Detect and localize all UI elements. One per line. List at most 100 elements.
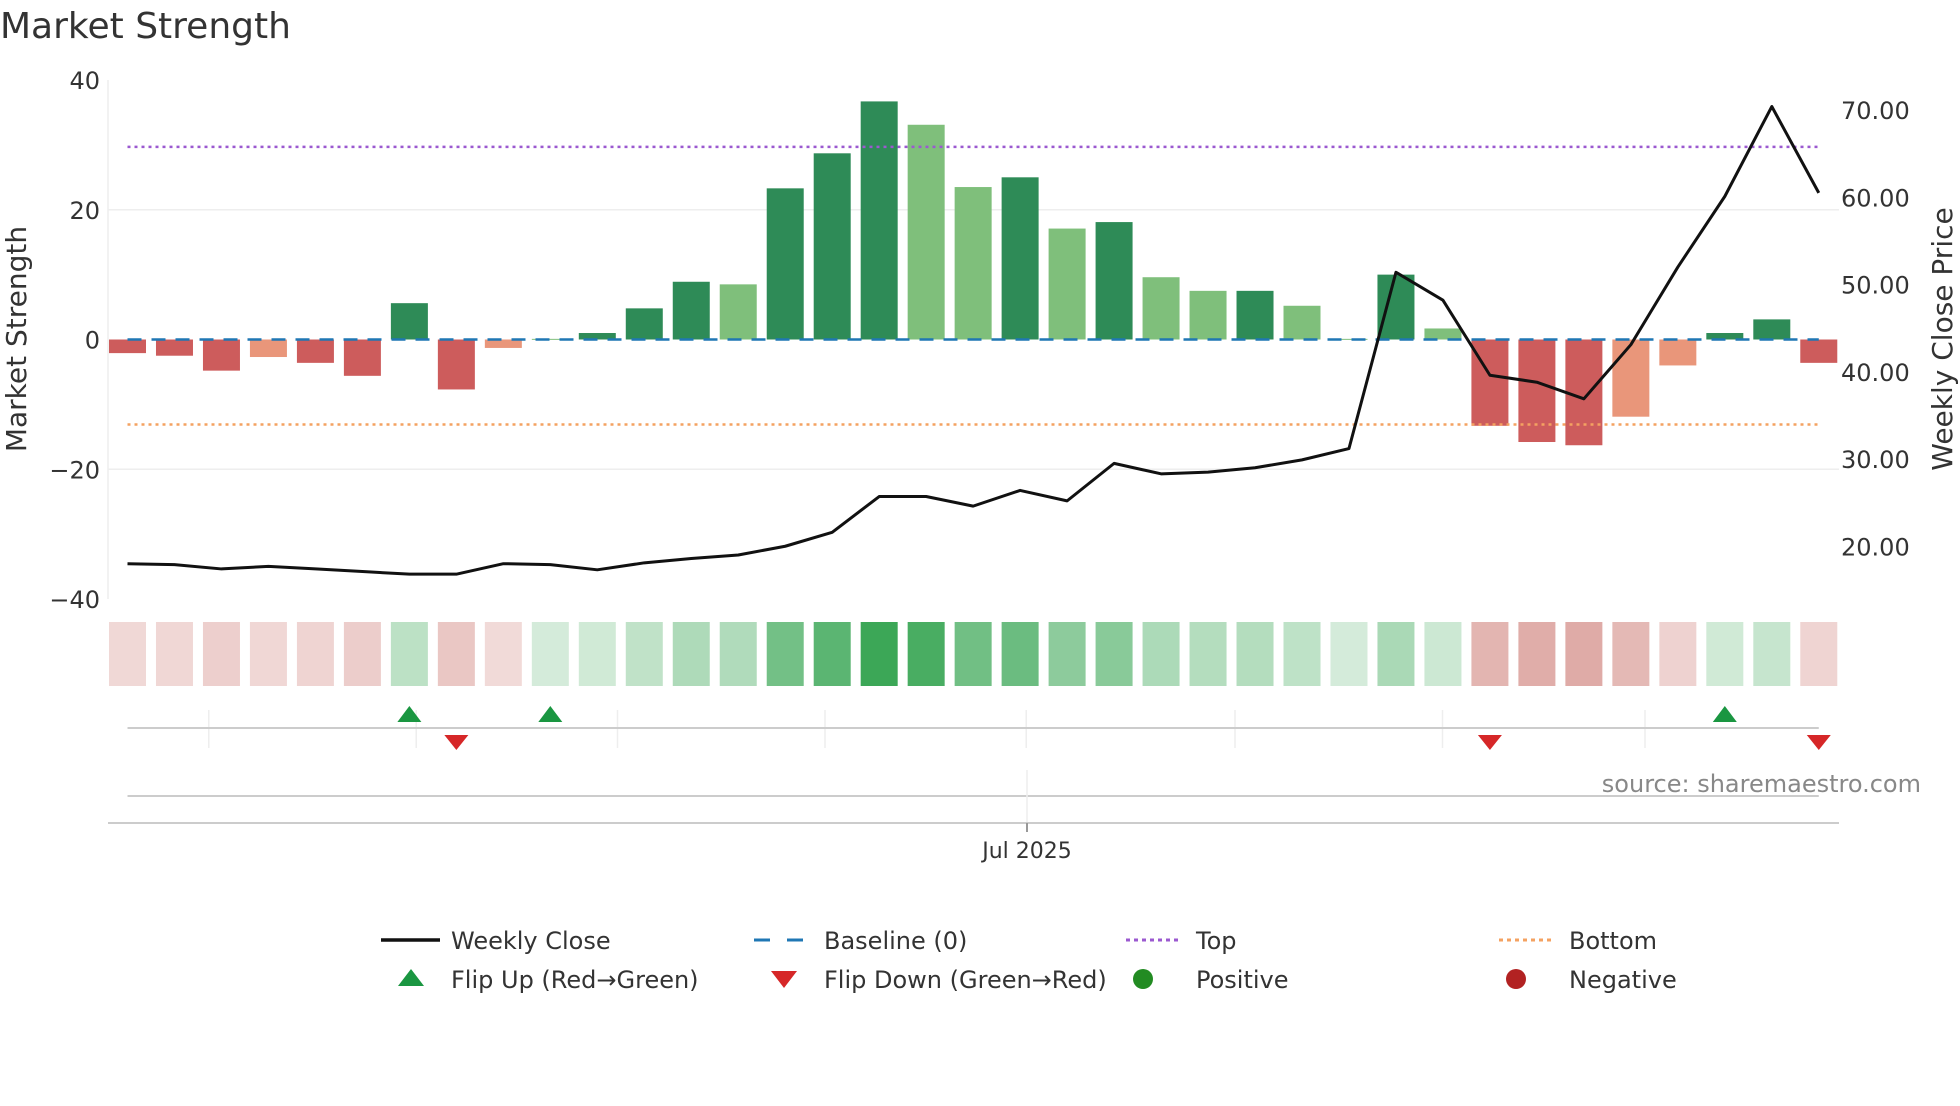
chart-title: Market Strength	[0, 6, 291, 47]
legend-label: Flip Up (Red→Green)	[451, 966, 699, 994]
y-tick-label: 20	[69, 197, 100, 225]
legend-item-circle-green: Positive	[1133, 966, 1289, 994]
strength-bar	[109, 339, 146, 354]
strength-bar	[1095, 222, 1133, 340]
flip-markers	[108, 706, 1839, 832]
triangle-up-icon	[398, 969, 424, 986]
strength-bar	[719, 284, 757, 340]
y2-tick-label: 20.00	[1841, 533, 1910, 561]
legend-item-line-dotted-orange: Bottom	[1499, 927, 1657, 955]
flip-down-marker	[444, 735, 469, 750]
legend-item-line-solid: Weekly Close	[381, 927, 611, 955]
strength-bar	[1800, 339, 1838, 363]
heatmap-cell	[202, 622, 240, 686]
legend-label: Positive	[1196, 966, 1289, 994]
heatmap-cell	[1800, 622, 1838, 686]
strength-bar	[296, 339, 334, 363]
heatmap-cell	[437, 622, 475, 686]
heatmap-cell	[1471, 622, 1509, 686]
x-tick-label: Jul 2025	[980, 839, 1072, 864]
y-tick-label: 0	[85, 327, 100, 355]
heatmap-cell	[109, 622, 146, 686]
y-tick-label: 40	[69, 67, 100, 95]
legend-label: Negative	[1569, 966, 1677, 994]
legend-label: Baseline (0)	[824, 927, 967, 955]
heatmap-cell	[1377, 622, 1415, 686]
heatmap-cell	[1518, 622, 1556, 686]
strength-bar	[766, 188, 804, 340]
heatmap-cell	[1424, 622, 1462, 686]
y2-tick-label: 40.00	[1841, 359, 1910, 387]
strength-bar	[1424, 328, 1462, 340]
heatmap-cell	[1236, 622, 1274, 686]
heatmap-cell	[766, 622, 804, 686]
strength-bar	[1142, 277, 1180, 340]
heatmap-cell	[1330, 622, 1368, 686]
heatmap-cell	[343, 622, 381, 686]
strength-bar	[484, 339, 522, 348]
source-note: source: sharemaestro.com	[1602, 770, 1921, 798]
strength-bar	[249, 339, 287, 358]
circle-icon	[1506, 969, 1526, 989]
heatmap-cell	[1753, 622, 1791, 686]
y-axis-left: 40 20 0 −20 −40	[49, 67, 100, 614]
heatmap-cell	[578, 622, 616, 686]
heatmap-cell	[390, 622, 428, 686]
flip-up-marker	[538, 706, 563, 722]
heatmap-cell	[1048, 622, 1086, 686]
legend-item-triangle-down: Flip Down (Green→Red)	[771, 966, 1107, 994]
y2-tick-label: 70.00	[1841, 97, 1910, 125]
strength-bar	[1612, 339, 1650, 417]
strength-bar	[1518, 339, 1556, 443]
heatmap-cell	[1142, 622, 1180, 686]
market-strength-chart: Market Strength 40 20 0 −20 −40 70.00 60.00 50…	[0, 6, 1959, 994]
legend-label: Flip Down (Green→Red)	[824, 966, 1107, 994]
strength-bar	[1283, 305, 1321, 340]
strength-bar	[1048, 228, 1086, 340]
heatmap-cell	[625, 622, 663, 686]
strength-bar	[1377, 274, 1415, 340]
heatmap-cell	[531, 622, 569, 686]
strength-bar	[1189, 290, 1227, 340]
flip-up-marker	[1712, 706, 1737, 722]
heatmap-cell	[907, 622, 945, 686]
legend-item-triangle-up: Flip Up (Red→Green)	[398, 966, 699, 994]
strength-bar	[860, 101, 898, 340]
y-tick-label: −40	[49, 586, 100, 614]
strength-bar	[954, 187, 992, 340]
flip-down-marker	[1806, 735, 1831, 750]
heatmap-cell	[249, 622, 287, 686]
y2-axis-label: Weekly Close Price	[1926, 207, 1959, 470]
strength-bar	[202, 339, 240, 371]
strength-bar	[1659, 339, 1697, 366]
strength-bar	[437, 339, 475, 390]
strength-heatmap-strip	[109, 622, 1838, 686]
strength-bar	[672, 281, 710, 340]
y-tick-label: −20	[49, 456, 100, 484]
heatmap-cell	[1659, 622, 1697, 686]
legend-label: Top	[1195, 927, 1237, 955]
legend-item-line-dotted-purple: Top	[1126, 927, 1237, 955]
strength-bar	[907, 124, 945, 340]
strength-bar	[625, 308, 663, 340]
legend-label: Weekly Close	[451, 927, 611, 955]
heatmap-cell	[860, 622, 898, 686]
legend-item-line-dashed: Baseline (0)	[754, 927, 967, 955]
heatmap-cell	[296, 622, 334, 686]
strength-bar	[813, 153, 851, 340]
circle-icon	[1133, 969, 1153, 989]
triangle-down-icon	[771, 971, 797, 988]
strength-bar	[1001, 177, 1039, 340]
y2-tick-label: 50.00	[1841, 272, 1910, 300]
strength-bar	[390, 303, 428, 340]
heatmap-cell	[1095, 622, 1133, 686]
strength-bar	[343, 339, 381, 376]
legend-item-circle-red: Negative	[1506, 966, 1677, 994]
heatmap-cell	[1706, 622, 1744, 686]
heatmap-cell	[1001, 622, 1039, 686]
heatmap-cell	[672, 622, 710, 686]
heatmap-cell	[1565, 622, 1603, 686]
heatmap-cell	[954, 622, 992, 686]
strength-bar	[1565, 339, 1603, 446]
strength-bars	[109, 101, 1838, 446]
